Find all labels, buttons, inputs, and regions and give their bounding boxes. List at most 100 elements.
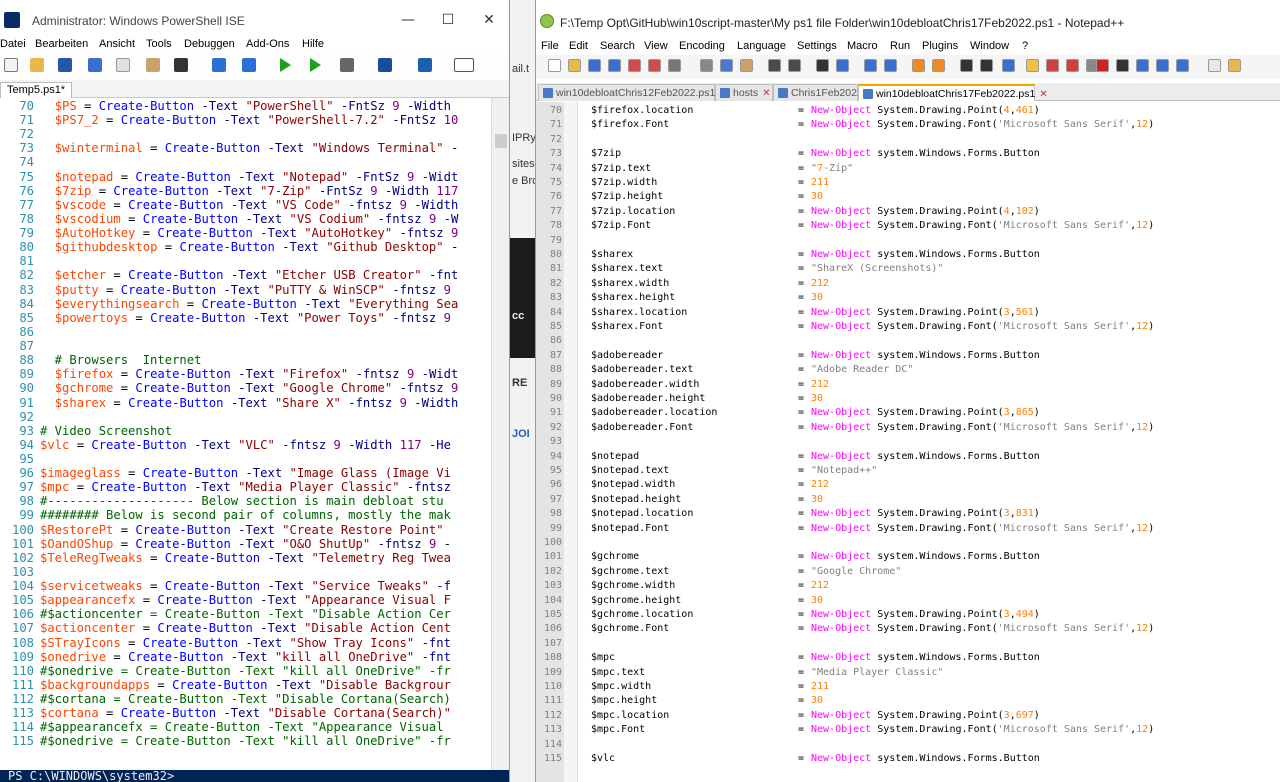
paste-icon[interactable] — [146, 58, 160, 72]
npp-menu-language[interactable]: Language — [737, 40, 786, 52]
sync-horizontal-icon[interactable] — [932, 59, 945, 72]
maximize-icon[interactable]: ☐ — [436, 10, 460, 30]
copy-icon[interactable] — [720, 59, 733, 72]
npp-menu-edit[interactable]: Edit — [569, 40, 588, 52]
undo-icon[interactable] — [768, 59, 781, 72]
ise-menu-tools[interactable]: Tools — [146, 38, 172, 50]
npp-menu-help[interactable]: ? — [1022, 40, 1028, 52]
line-number: 95 — [549, 465, 562, 476]
run-selection-icon[interactable] — [310, 58, 321, 72]
run-script-icon[interactable] — [280, 58, 291, 72]
line-number: 70 — [549, 105, 562, 116]
show-all-chars-icon[interactable] — [980, 59, 993, 72]
code-text: $vscode = Create-Button -Text "VS Code" … — [54, 197, 459, 212]
redo-icon[interactable] — [788, 59, 801, 72]
scrollbar-thumb[interactable] — [495, 134, 507, 148]
record-macro-icon[interactable] — [1096, 59, 1109, 72]
code-operator: = — [798, 292, 805, 304]
ise-menu-debuggen[interactable]: Debuggen — [184, 38, 235, 50]
code-value: "Google Chrome" — [811, 565, 902, 577]
copy-icon[interactable] — [116, 58, 130, 72]
cut-icon[interactable] — [88, 58, 102, 72]
npp-menu-search[interactable]: Search — [600, 40, 635, 52]
remote-icon[interactable] — [378, 58, 392, 72]
find-icon[interactable] — [816, 59, 829, 72]
code-line: 114 — [536, 738, 1280, 753]
play-macro-icon[interactable] — [1136, 59, 1149, 72]
run-macro-icon[interactable] — [1156, 59, 1169, 72]
line-number: 100 — [11, 522, 34, 537]
ise-console[interactable]: PS C:\WINDOWS\system32> — [0, 770, 509, 782]
new-file-icon[interactable] — [548, 59, 561, 72]
code-line: 105 $appearancefx = Create-Button -Text "… — [0, 593, 491, 607]
undo-icon[interactable] — [212, 58, 226, 72]
close-all-icon[interactable] — [648, 59, 661, 72]
stop-icon[interactable] — [340, 58, 354, 72]
zoom-out-icon[interactable] — [884, 59, 897, 72]
ise-menu-datei[interactable]: Datei — [0, 38, 26, 50]
npp-menu-encoding[interactable]: Encoding — [679, 40, 725, 52]
npp-tab[interactable]: Chris1Feb2022.ps1✕ — [773, 84, 895, 101]
doc-map-icon[interactable] — [1026, 59, 1039, 72]
paste-icon[interactable] — [740, 59, 753, 72]
code-line: 80 $sharex = New-Object system.Windows.Form… — [536, 248, 1280, 263]
close-icon[interactable]: ✕ — [477, 10, 501, 30]
code-line: 94 $notepad = New-Object system.Windows.For… — [536, 450, 1280, 465]
cut-icon[interactable] — [700, 59, 713, 72]
ise-script-editor[interactable]: 70 $PS = Create-Button -Text "PowerShell… — [0, 98, 491, 770]
code-value: New-Object system.Windows.Forms.Button — [811, 450, 1040, 462]
npp-menu-window[interactable]: Window — [970, 40, 1009, 52]
minimize-icon[interactable]: — — [396, 10, 420, 30]
ise-titlebar[interactable]: Administrator: Windows PowerShell ISE — … — [0, 0, 509, 40]
indent-guide-icon[interactable] — [1002, 59, 1015, 72]
code-value: New-Object System.Drawing.Font('Microsof… — [811, 724, 1155, 736]
npp-tab[interactable]: win10debloatChris12Feb2022.ps1✕ — [538, 84, 728, 101]
save-icon[interactable] — [58, 58, 72, 72]
npp-menu-view[interactable]: View — [644, 40, 668, 52]
npp-tab[interactable]: hosts ✕ — [715, 84, 773, 101]
zoom-in-icon[interactable] — [864, 59, 877, 72]
open-file-icon[interactable] — [568, 59, 581, 72]
npp-menu-settings[interactable]: Settings — [797, 40, 837, 52]
ise-menu-add-ons[interactable]: Add-Ons — [246, 38, 289, 50]
ise-menu-bearbeiten[interactable]: Bearbeiten — [35, 38, 88, 50]
sync-vertical-icon[interactable] — [912, 59, 925, 72]
close-icon[interactable] — [628, 59, 641, 72]
layout-icon[interactable] — [454, 58, 474, 72]
save-macro-icon[interactable] — [1176, 59, 1189, 72]
tab-close-icon[interactable]: ✕ — [1039, 87, 1047, 103]
open-folder-icon[interactable] — [30, 58, 44, 72]
stop-record-icon[interactable] — [1116, 59, 1129, 72]
npp-editor[interactable]: 70 $firefox.location = New-Object System.Dr… — [536, 102, 1280, 782]
npp-menu-macro[interactable]: Macro — [847, 40, 878, 52]
word-wrap-icon[interactable] — [960, 59, 973, 72]
powershell-console-icon[interactable] — [418, 58, 432, 72]
code-text: $servicetweaks = Create-Button -Text "Se… — [40, 579, 451, 594]
code-value: New-Object System.Drawing.Font('Microsof… — [811, 623, 1155, 635]
print-icon[interactable] — [668, 59, 681, 72]
spellcheck-settings-icon[interactable] — [1228, 59, 1241, 72]
code-operator: = — [798, 306, 805, 318]
tab-temp5[interactable]: Temp5.ps1* — [0, 82, 73, 99]
ise-vertical-scrollbar[interactable] — [491, 98, 509, 770]
npp-tab[interactable]: win10debloatChris17Feb2022.ps1 ✕ — [858, 84, 1048, 101]
npp-menu-run[interactable]: Run — [890, 40, 910, 52]
replace-icon[interactable] — [836, 59, 849, 72]
code-value: New-Object System.Drawing.Point(3,561) — [811, 306, 1040, 318]
code-text: $OandOShup = Create-Button -Text "O&O Sh… — [40, 536, 451, 551]
code-operator: = — [798, 321, 805, 332]
save-icon[interactable] — [588, 59, 601, 72]
npp-menu-plugins[interactable]: Plugins — [922, 40, 958, 52]
npp-menu-file[interactable]: File — [541, 40, 559, 52]
save-all-icon[interactable] — [608, 59, 621, 72]
spellcheck-icon[interactable] — [1208, 59, 1221, 72]
folder-workspace-icon[interactable] — [1066, 59, 1079, 72]
clear-icon[interactable] — [174, 58, 188, 72]
redo-icon[interactable] — [242, 58, 256, 72]
new-file-icon[interactable] — [4, 58, 18, 72]
ise-menu-hilfe[interactable]: Hilfe — [302, 38, 324, 50]
ise-menu-ansicht[interactable]: Ansicht — [99, 38, 135, 50]
function-list-icon[interactable] — [1046, 59, 1059, 72]
npp-titlebar[interactable]: F:\Temp Opt\GitHub\win10script-master\My… — [536, 0, 1280, 38]
tab-close-icon[interactable]: ✕ — [762, 86, 770, 102]
